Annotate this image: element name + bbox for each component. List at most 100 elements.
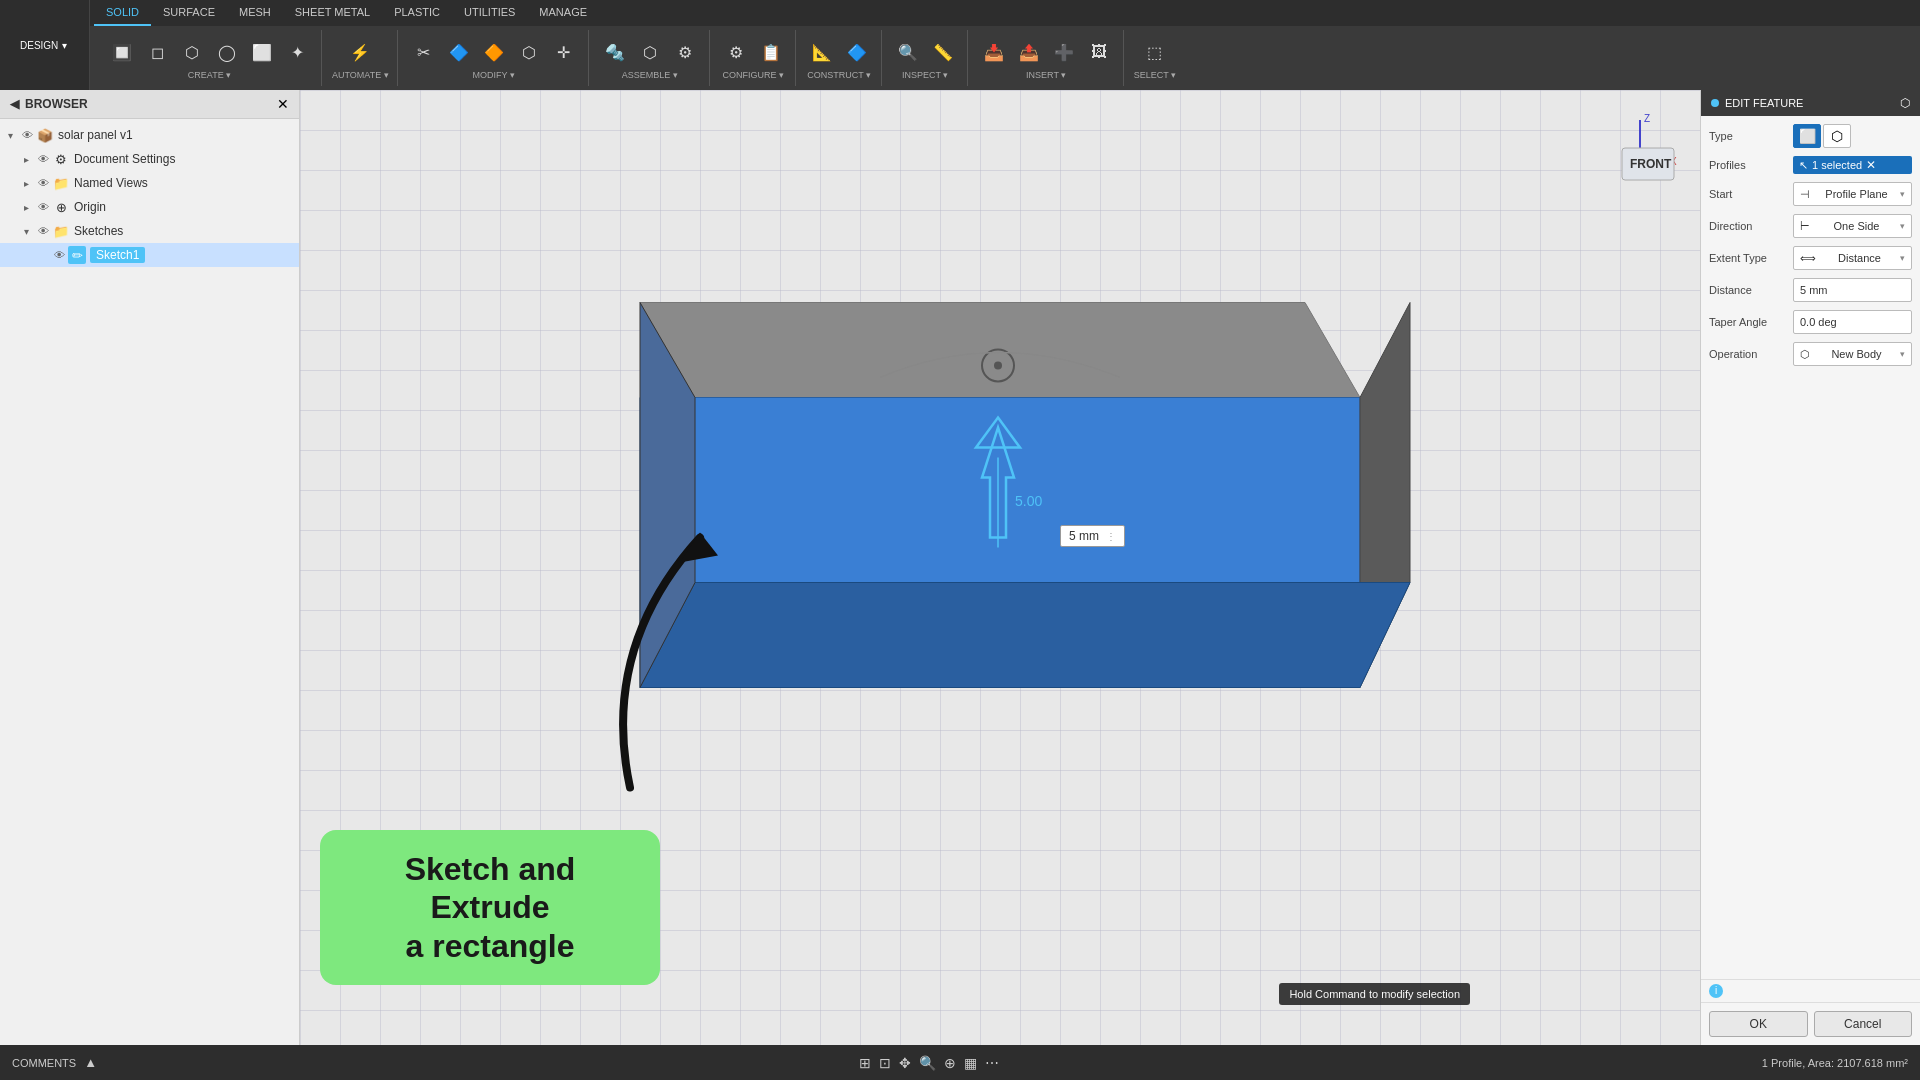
group-label-automate[interactable]: AUTOMATE ▾ (332, 70, 389, 80)
dimension-label[interactable]: 5 mm ⋮ (1060, 525, 1125, 547)
visibility-icon-root[interactable]: 👁 (22, 129, 33, 141)
viewport: 5.00 5 mm ⋮ Sketch and Extrude a rectang… (300, 90, 1700, 1045)
group-label-select[interactable]: SELECT ▾ (1134, 70, 1176, 80)
tree-item-root[interactable]: ▾👁📦solar panel v1 (0, 123, 299, 147)
visibility-icon-doc_settings[interactable]: 👁 (38, 153, 49, 165)
group-label-modify[interactable]: MODIFY ▾ (473, 70, 515, 80)
insert-tool-icon[interactable]: 📤 (1013, 36, 1045, 68)
tab-plastic[interactable]: PLASTIC (382, 0, 452, 26)
type-btn-1[interactable]: ⬜ (1793, 124, 1821, 148)
insert-tool-icon[interactable]: ➕ (1048, 36, 1080, 68)
panel-dropdown-direction[interactable]: ⊢One Side▾ (1793, 214, 1912, 238)
panel-dropdown-extent_type[interactable]: ⟺Distance▾ (1793, 246, 1912, 270)
view-cube[interactable]: Z X FRONT (1600, 110, 1680, 190)
configure-tool-icon[interactable]: ⚙ (720, 36, 752, 68)
sidebar-tree: ▾👁📦solar panel v1▸👁⚙Document Settings▸👁📁… (0, 119, 299, 1045)
tool-search-icon[interactable]: ⊕ (944, 1055, 956, 1071)
design-menu-button[interactable]: DESIGN ▾ (0, 0, 90, 90)
assemble-tool-icon[interactable]: ⚙ (669, 36, 701, 68)
group-construct: 📐🔷 CONSTRUCT ▾ (798, 30, 882, 86)
profiles-badge[interactable]: ↖1 selected✕ (1793, 156, 1912, 174)
tool-zoom-icon[interactable]: 🔍 (919, 1055, 936, 1071)
assemble-tool-icon[interactable]: 🔩 (599, 36, 631, 68)
sidebar-close-icon[interactable]: ✕ (277, 96, 289, 112)
inspect-tool-icon[interactable]: 🔍 (892, 36, 924, 68)
group-label-assemble[interactable]: ASSEMBLE ▾ (622, 70, 678, 80)
panel-dropdown-start[interactable]: ⊣Profile Plane▾ (1793, 182, 1912, 206)
assemble-tool-icon[interactable]: ⬡ (634, 36, 666, 68)
tab-sheet_metal[interactable]: SHEET METAL (283, 0, 382, 26)
group-label-create[interactable]: CREATE ▾ (188, 70, 231, 80)
annotation-text: Sketch and Extrude a rectangle (344, 850, 636, 965)
tab-surface[interactable]: SURFACE (151, 0, 227, 26)
visibility-icon-named_views[interactable]: 👁 (38, 177, 49, 189)
collapse-icon[interactable]: ◀ (10, 97, 19, 111)
group-label-construct[interactable]: CONSTRUCT ▾ (807, 70, 871, 80)
tool-snap-icon[interactable]: ⊡ (879, 1055, 891, 1071)
configure-tool-icon[interactable]: 📋 (755, 36, 787, 68)
tree-arrow-named_views[interactable]: ▸ (24, 178, 38, 189)
tool-view-icon[interactable]: ▦ (964, 1055, 977, 1071)
visibility-icon-origin[interactable]: 👁 (38, 201, 49, 213)
panel-dropdown-operation[interactable]: ⬡New Body▾ (1793, 342, 1912, 366)
create-tool-icon[interactable]: ✦ (281, 36, 313, 68)
dimension-menu-icon[interactable]: ⋮ (1106, 531, 1116, 542)
create-tool-icon[interactable]: ◯ (211, 36, 243, 68)
tree-item-named_views[interactable]: ▸👁📁Named Views (0, 171, 299, 195)
create-tool-icon[interactable]: ⬡ (176, 36, 208, 68)
comments-toggle[interactable]: ▲ (84, 1055, 97, 1070)
panel-label-operation: Operation (1709, 348, 1789, 360)
tab-solid[interactable]: SOLID (94, 0, 151, 26)
dropdown-arrow-direction: ▾ (1900, 221, 1905, 231)
tree-item-sketches[interactable]: ▾👁📁Sketches (0, 219, 299, 243)
create-tool-icon[interactable]: ⬜ (246, 36, 278, 68)
select-tool-icon[interactable]: ⬚ (1139, 36, 1171, 68)
tool-grid-icon[interactable]: ⊞ (859, 1055, 871, 1071)
tab-utilities[interactable]: UTILITIES (452, 0, 527, 26)
tree-arrow-root[interactable]: ▾ (8, 130, 22, 141)
create-tool-icon[interactable]: 🔲 (106, 36, 138, 68)
tool-move-icon[interactable]: ✥ (899, 1055, 911, 1071)
panel-dot (1711, 99, 1719, 107)
badge-clear-profiles[interactable]: ✕ (1866, 158, 1876, 172)
panel-input-taper_angle[interactable]: 0.0 deg (1793, 310, 1912, 334)
automate-tool-icon[interactable]: ⚡ (344, 36, 376, 68)
modify-tool-icon[interactable]: 🔷 (443, 36, 475, 68)
tab-mesh[interactable]: MESH (227, 0, 283, 26)
visibility-icon-sketch1[interactable]: 👁 (54, 249, 65, 261)
modify-tool-icon[interactable]: 🔶 (478, 36, 510, 68)
tree-arrow-sketches[interactable]: ▾ (24, 226, 38, 237)
tree-arrow-origin[interactable]: ▸ (24, 202, 38, 213)
modify-tool-icon[interactable]: ✛ (548, 36, 580, 68)
panel-row-profiles: Profiles↖1 selected✕ (1709, 156, 1912, 174)
modify-tool-icon[interactable]: ⬡ (513, 36, 545, 68)
construct-tool-icon[interactable]: 🔷 (841, 36, 873, 68)
panel-input-distance[interactable]: 5 mm (1793, 278, 1912, 302)
tree-arrow-doc_settings[interactable]: ▸ (24, 154, 38, 165)
panel-expand-icon[interactable]: ⬡ (1900, 96, 1910, 110)
input-value-taper_angle: 0.0 deg (1800, 316, 1837, 328)
cancel-button[interactable]: Cancel (1814, 1011, 1913, 1037)
tab-manage[interactable]: MANAGE (527, 0, 599, 26)
tooltip-bar: Hold Command to modify selection (1279, 983, 1470, 1005)
tree-item-origin[interactable]: ▸👁⊕Origin (0, 195, 299, 219)
group-label-configure[interactable]: CONFIGURE ▾ (722, 70, 784, 80)
badge-cursor-icon: ↖ (1799, 159, 1808, 172)
sidebar: ◀ BROWSER ✕ ▾👁📦solar panel v1▸👁⚙Document… (0, 90, 300, 1045)
modify-tool-icon[interactable]: ✂ (408, 36, 440, 68)
insert-tool-icon[interactable]: 📥 (978, 36, 1010, 68)
create-tool-icon[interactable]: ◻ (141, 36, 173, 68)
ok-button[interactable]: OK (1709, 1011, 1808, 1037)
group-label-insert[interactable]: INSERT ▾ (1026, 70, 1066, 80)
group-configure: ⚙📋 CONFIGURE ▾ (712, 30, 796, 86)
inspect-tool-icon[interactable]: 📏 (927, 36, 959, 68)
visibility-icon-sketches[interactable]: 👁 (38, 225, 49, 237)
panel-row-direction: Direction⊢One Side▾ (1709, 214, 1912, 238)
insert-tool-icon[interactable]: 🖼 (1083, 36, 1115, 68)
tool-more-icon[interactable]: ⋯ (985, 1055, 999, 1071)
group-label-inspect[interactable]: INSPECT ▾ (902, 70, 948, 80)
tree-item-sketch1[interactable]: 👁✏Sketch1 (0, 243, 299, 267)
construct-tool-icon[interactable]: 📐 (806, 36, 838, 68)
type-btn-2[interactable]: ⬡ (1823, 124, 1851, 148)
tree-item-doc_settings[interactable]: ▸👁⚙Document Settings (0, 147, 299, 171)
